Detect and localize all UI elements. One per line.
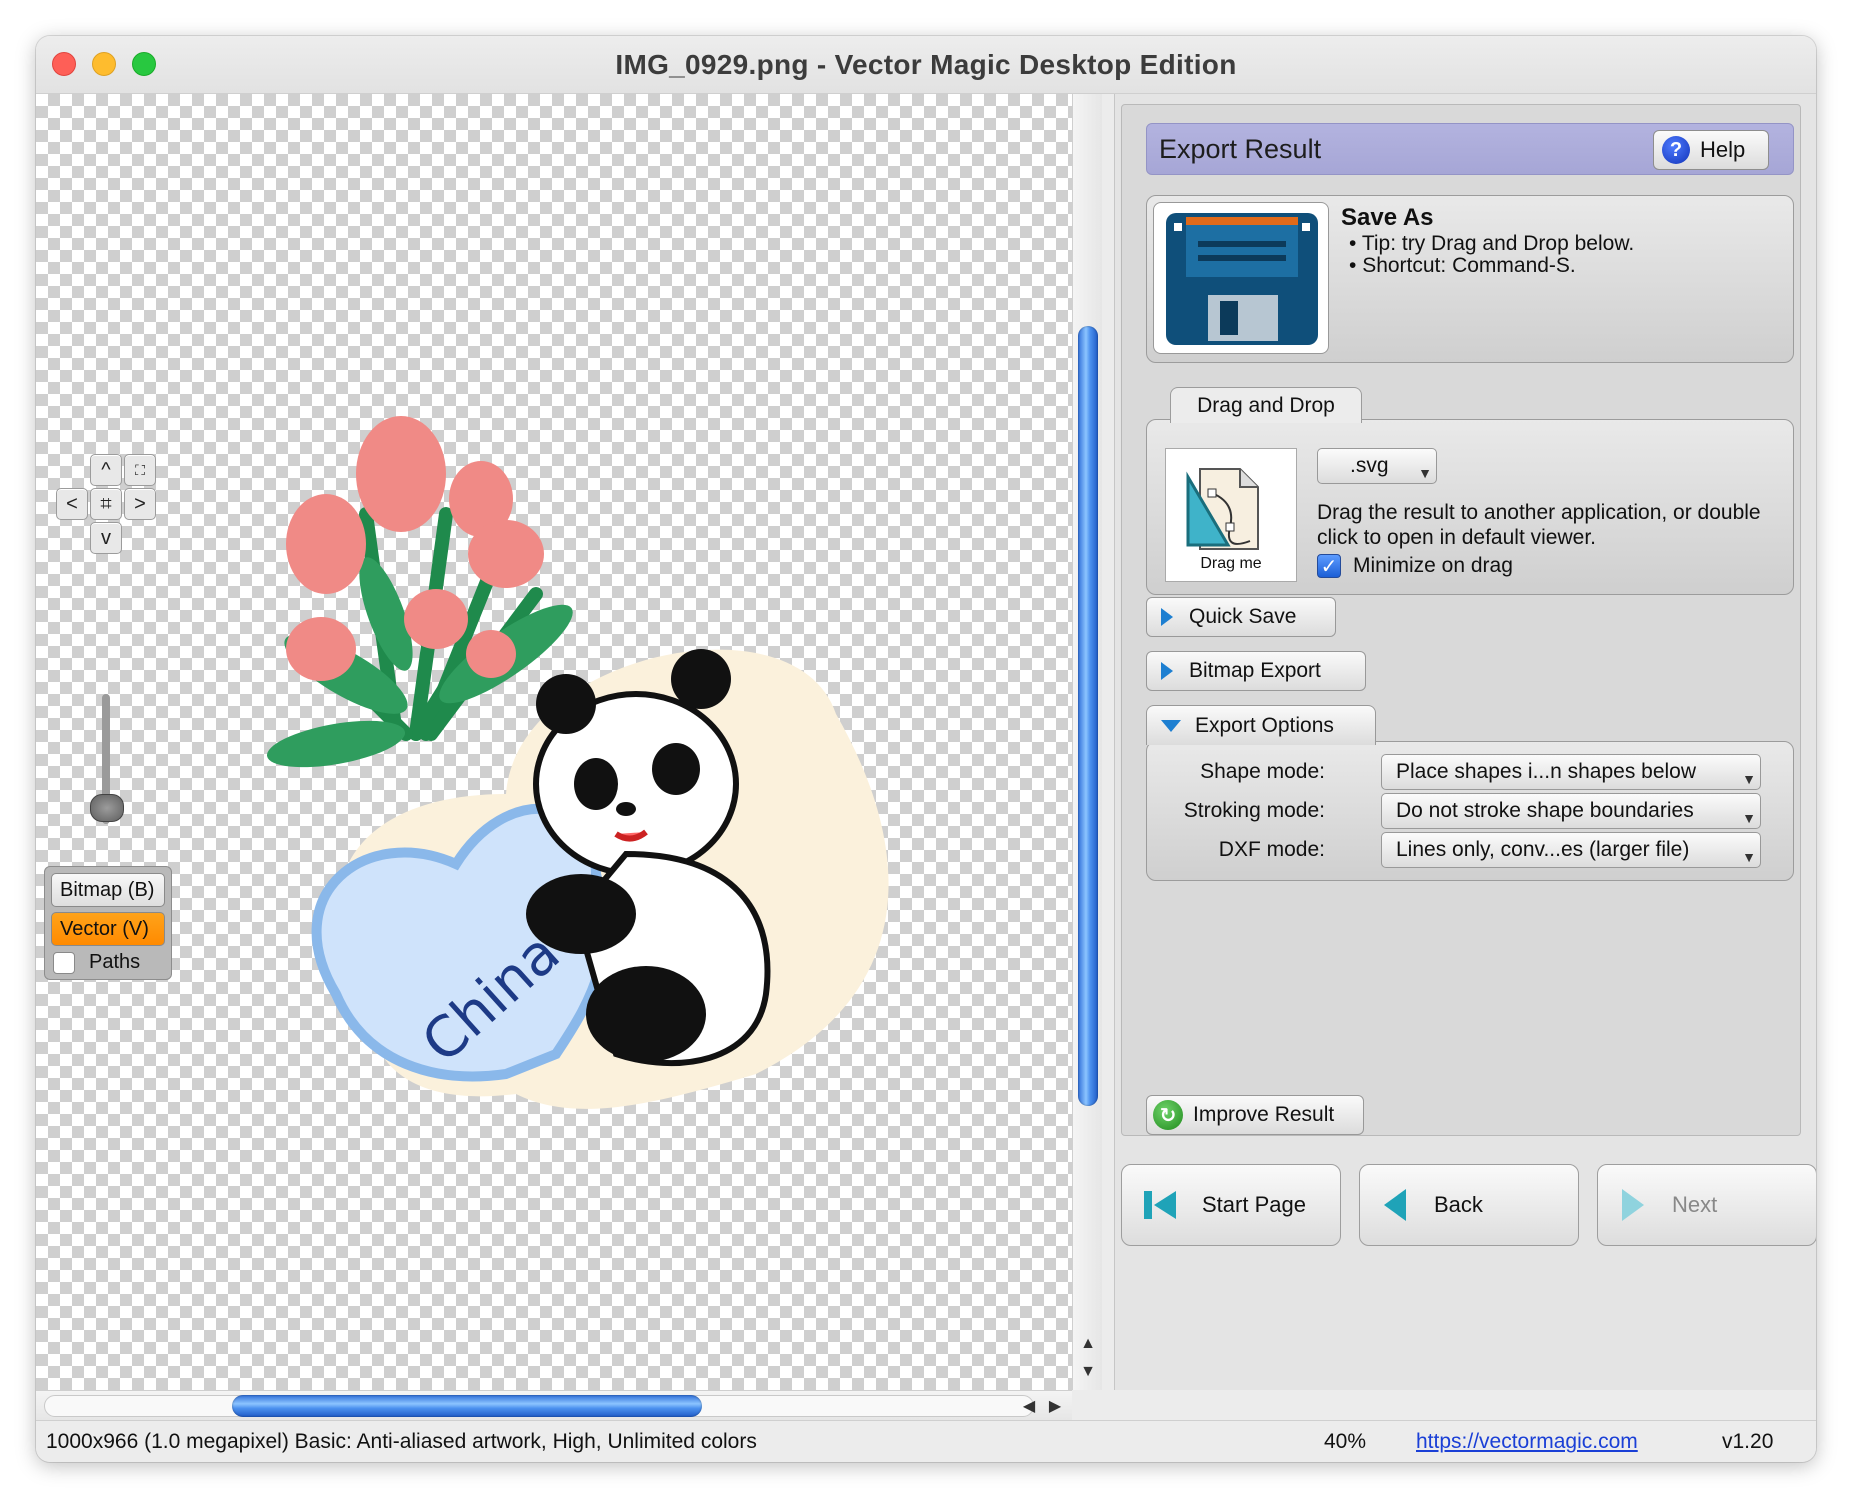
back-label: Back	[1434, 1192, 1483, 1217]
back-arrow-icon	[1384, 1189, 1406, 1221]
improve-result-button[interactable]: ↻ Improve Result	[1146, 1095, 1364, 1135]
pan-right-button[interactable]: >	[124, 488, 156, 520]
zoom-level: 40%	[1324, 1430, 1367, 1453]
minimize-on-drag-label: Minimize on drag	[1353, 554, 1513, 577]
quick-save-label: Quick Save	[1189, 605, 1297, 628]
save-as-title: Save As	[1341, 204, 1434, 231]
refresh-icon: ↻	[1153, 1100, 1183, 1130]
pan-up-button[interactable]: ^	[90, 454, 122, 486]
save-as-button[interactable]	[1153, 202, 1329, 354]
format-select[interactable]: .svg ▼	[1317, 448, 1437, 484]
version-label: v1.20	[1722, 1430, 1774, 1453]
drag-me-handle[interactable]: Drag me	[1165, 448, 1297, 582]
minimize-on-drag-option[interactable]: ✓ Minimize on drag	[1317, 554, 1513, 578]
export-options-expander[interactable]: Export Options	[1146, 705, 1376, 745]
export-header: Export Result ? Help	[1146, 123, 1794, 175]
shape-mode-label: Shape mode:	[1200, 760, 1325, 783]
window-title: IMG_0929.png - Vector Magic Desktop Edit…	[615, 48, 1237, 80]
minimize-on-drag-checkbox[interactable]: ✓	[1317, 554, 1341, 578]
vector-document-icon	[1186, 468, 1259, 550]
vertical-scroll-thumb[interactable]	[1078, 326, 1098, 1106]
floppy-disk-icon	[1166, 213, 1318, 345]
save-as-shortcut: • Shortcut: Command-S.	[1349, 254, 1576, 277]
next-arrow-icon	[1622, 1189, 1644, 1221]
zoom-slider-knob[interactable]	[90, 794, 124, 822]
title-bar[interactable]: IMG_0929.png - Vector Magic Desktop Edit…	[36, 36, 1816, 94]
next-button[interactable]: Next	[1597, 1164, 1816, 1246]
dxf-mode-label: DXF mode:	[1218, 838, 1325, 861]
pan-down-button[interactable]: v	[90, 522, 122, 554]
view-vector-button[interactable]: Vector (V)	[51, 912, 165, 946]
stroking-mode-label: Stroking mode:	[1183, 799, 1325, 822]
shape-mode-row: Shape mode: Place shapes i...n shapes be…	[1147, 754, 1795, 790]
drag-me-label: Drag me	[1200, 555, 1262, 572]
dxf-mode-select[interactable]: Lines only, conv...es (larger file) ▼	[1381, 832, 1761, 868]
window-close-button[interactable]	[52, 52, 76, 76]
horizontal-scroll-thumb[interactable]	[232, 1395, 702, 1417]
pan-left-button[interactable]: <	[56, 488, 88, 520]
scroll-up-arrow[interactable]: ▲	[1075, 1330, 1101, 1358]
scroll-left-arrow[interactable]: ◀	[1016, 1392, 1042, 1420]
window-minimize-button[interactable]	[92, 52, 116, 76]
bitmap-export-expander[interactable]: Bitmap Export	[1146, 651, 1366, 691]
dropdown-caret-icon: ▼	[1742, 810, 1756, 826]
dropdown-caret-icon: ▼	[1418, 465, 1432, 481]
paths-label: Paths	[89, 951, 141, 973]
shape-mode-select[interactable]: Place shapes i...n shapes below ▼	[1381, 754, 1761, 790]
drag-description: Drag the result to another application, …	[1317, 501, 1761, 549]
scroll-right-arrow[interactable]: ▶	[1042, 1392, 1068, 1420]
dxf-mode-row: DXF mode: Lines only, conv...es (larger …	[1147, 832, 1795, 868]
status-bar: 1000x966 (1.0 megapixel) Basic: Anti-ali…	[36, 1420, 1816, 1462]
stroking-mode-select[interactable]: Do not stroke shape boundaries ▼	[1381, 793, 1761, 829]
dropdown-caret-icon: ▼	[1742, 849, 1756, 865]
view-bitmap-button[interactable]: Bitmap (B)	[51, 873, 165, 907]
pan-center-button[interactable]: ⌗	[90, 488, 122, 520]
window-zoom-button[interactable]	[132, 52, 156, 76]
horizontal-scrollbar[interactable]: ◀ ▶	[36, 1390, 1072, 1420]
scroll-down-arrow[interactable]: ▼	[1075, 1358, 1101, 1386]
image-info: 1000x966 (1.0 megapixel) Basic: Anti-ali…	[46, 1430, 757, 1453]
expand-right-icon	[1161, 608, 1173, 626]
export-options-label: Export Options	[1195, 713, 1334, 737]
expand-down-icon	[1161, 719, 1181, 732]
vertical-scrollbar[interactable]: ▲ ▼	[1072, 94, 1102, 1390]
start-page-icon	[1144, 1191, 1176, 1219]
export-panel-body: Export Result ? Help Save As • Tip: try …	[1121, 104, 1801, 1136]
drag-and-drop-tab: Drag and Drop	[1170, 387, 1362, 423]
improve-result-label: Improve Result	[1193, 1103, 1335, 1126]
expand-right-icon	[1161, 662, 1173, 680]
stroking-mode-row: Stroking mode: Do not stroke shape bound…	[1147, 793, 1795, 829]
artwork-illustration: China M	[266, 416, 889, 1109]
format-value: .svg	[1350, 454, 1389, 477]
image-canvas[interactable]: China M ^ ⛶ < ⌗ > v Bitmap (B) Vector (V…	[36, 94, 1072, 1390]
dropdown-caret-icon: ▼	[1742, 771, 1756, 787]
app-window: IMG_0929.png - Vector Magic Desktop Edit…	[36, 36, 1816, 1462]
help-button[interactable]: ? Help	[1653, 130, 1769, 170]
help-icon: ?	[1662, 136, 1690, 164]
quick-save-expander[interactable]: Quick Save	[1146, 597, 1336, 637]
zoom-fit-button[interactable]: ⛶	[124, 454, 156, 486]
save-as-group: Save As • Tip: try Drag and Drop below. …	[1146, 195, 1794, 363]
view-mode-panel: Bitmap (B) Vector (V) Paths	[44, 866, 172, 980]
export-title: Export Result	[1159, 134, 1322, 164]
drag-and-drop-group: Drag me .svg ▼ Drag the result to anothe…	[1146, 419, 1794, 595]
paths-toggle[interactable]: Paths	[51, 951, 165, 974]
bitmap-export-label: Bitmap Export	[1189, 659, 1321, 682]
export-panel: Export Result ? Help Save As • Tip: try …	[1114, 94, 1816, 1390]
start-page-label: Start Page	[1202, 1192, 1306, 1217]
start-page-button[interactable]: Start Page	[1121, 1164, 1341, 1246]
website-link[interactable]: https://vectormagic.com	[1416, 1430, 1638, 1454]
export-options-group: Shape mode: Place shapes i...n shapes be…	[1146, 741, 1794, 881]
next-label: Next	[1672, 1192, 1718, 1217]
help-label: Help	[1700, 137, 1746, 162]
save-as-tip: • Tip: try Drag and Drop below.	[1349, 232, 1635, 255]
back-button[interactable]: Back	[1359, 1164, 1579, 1246]
paths-checkbox[interactable]	[53, 951, 75, 974]
zoom-fit-icon: ⛶	[135, 461, 145, 478]
